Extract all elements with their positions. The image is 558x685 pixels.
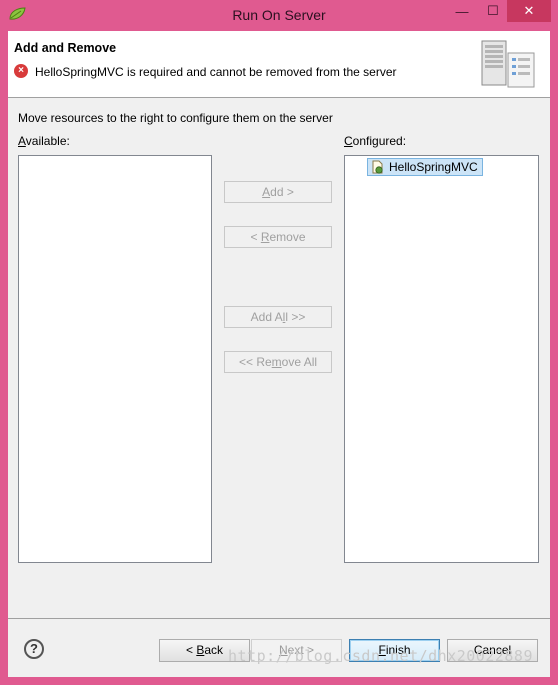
add-button[interactable]: Add >: [224, 181, 332, 203]
server-wizard-icon: [481, 40, 535, 88]
run-on-server-window: Run On Server — ☐ ✕ Add and Remove × Hel…: [0, 0, 558, 685]
configured-label: Configured:: [344, 134, 407, 148]
available-label: Available:: [18, 134, 70, 148]
watermark-text: http://blog.csdn.net/dhx20022889: [228, 647, 533, 665]
available-list[interactable]: [18, 155, 212, 563]
footer-separator: [8, 618, 550, 619]
add-all-button[interactable]: Add All >>: [224, 306, 332, 328]
configured-item-hellospringmvc[interactable]: HelloSpringMVC: [367, 158, 483, 176]
configured-list[interactable]: HelloSpringMVC: [344, 155, 539, 563]
minimize-button[interactable]: —: [445, 0, 479, 22]
configured-item-label: HelloSpringMVC: [389, 160, 478, 174]
wizard-banner: Add and Remove × HelloSpringMVC is requi…: [8, 31, 550, 98]
instruction-text: Move resources to the right to configure…: [18, 111, 333, 125]
remove-button[interactable]: < Remove: [224, 226, 332, 248]
remove-all-button[interactable]: << Remove All: [224, 351, 332, 373]
help-icon[interactable]: ?: [24, 639, 44, 659]
web-project-icon: [372, 160, 383, 174]
close-button[interactable]: ✕: [507, 0, 551, 22]
error-icon: ×: [14, 64, 28, 78]
dialog-body: Add and Remove × HelloSpringMVC is requi…: [8, 31, 550, 677]
error-message: HelloSpringMVC is required and cannot be…: [35, 65, 397, 79]
page-title: Add and Remove: [14, 41, 117, 55]
title-bar[interactable]: Run On Server — ☐ ✕: [0, 0, 558, 31]
maximize-button[interactable]: ☐: [476, 0, 510, 22]
